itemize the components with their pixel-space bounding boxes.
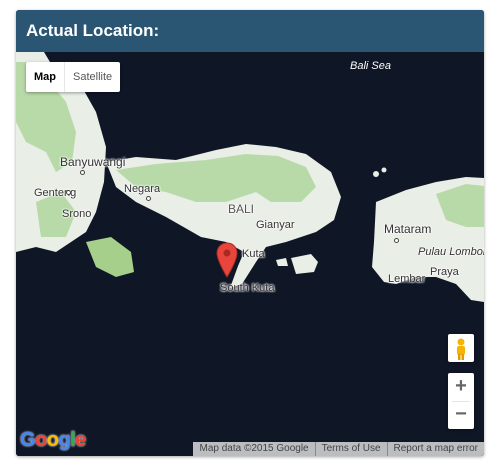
street-view-pegman-icon[interactable] <box>448 334 474 362</box>
label-gianyar: Gianyar <box>256 219 295 231</box>
panel-title: Actual Location: <box>16 10 484 52</box>
city-dot-mataram <box>394 238 399 243</box>
location-panel: Actual Location: Map Satellite Bali Sea … <box>16 10 484 456</box>
map-type-map-button[interactable]: Map <box>26 62 64 92</box>
terms-of-use-link[interactable]: Terms of Use <box>314 442 387 456</box>
city-dot-genteng <box>66 190 71 195</box>
land-gili-2 <box>381 167 387 173</box>
label-praya: Praya <box>430 266 459 278</box>
label-south-kuta: South Kuta <box>220 282 275 294</box>
map-attribution: Map data ©2015 Google Terms of Use Repor… <box>193 442 484 456</box>
report-map-error-link[interactable]: Report a map error <box>386 442 484 456</box>
label-bali-sea: Bali Sea <box>350 60 391 72</box>
map-data-credit[interactable]: Map data ©2015 Google <box>193 442 314 456</box>
label-lembar: Lembar <box>388 273 426 285</box>
label-mataram: Mataram <box>384 222 432 236</box>
map-type-satellite-button[interactable]: Satellite <box>64 62 120 92</box>
land-gili <box>373 171 379 177</box>
zoom-out-button[interactable]: − <box>448 401 474 429</box>
city-dot-negara <box>146 196 151 201</box>
map-type-control: Map Satellite <box>26 62 121 92</box>
zoom-in-button[interactable]: + <box>448 373 474 401</box>
label-negara: Negara <box>124 183 161 195</box>
label-pulau-lombok: Pulau Lombok <box>418 246 484 258</box>
location-marker-icon[interactable] <box>216 242 238 278</box>
label-bali: BALI <box>228 202 255 216</box>
land-small-island <box>276 258 288 266</box>
land-peninsula <box>86 237 134 277</box>
label-banyuwangi: Banyuwangi <box>60 155 126 169</box>
label-kuta: Kuta <box>242 248 265 260</box>
map-view[interactable]: Map Satellite Bali Sea Banyuwangi Genten… <box>16 52 484 456</box>
zoom-control: + − <box>448 373 474 429</box>
land-penida <box>291 254 318 274</box>
google-logo[interactable]: Google <box>20 429 86 452</box>
city-dot-banyuwangi <box>80 170 85 175</box>
label-srono: Srono <box>62 208 92 220</box>
